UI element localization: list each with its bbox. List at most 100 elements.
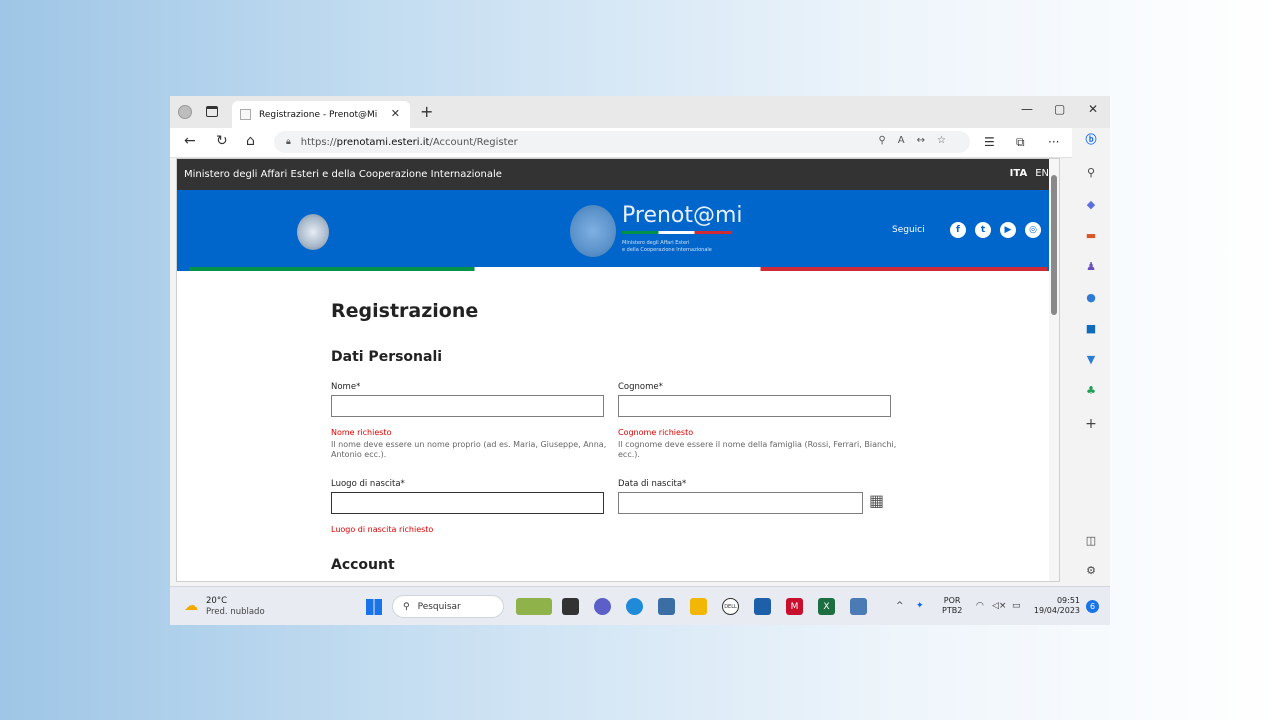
twitter-icon[interactable]: t [975, 222, 991, 238]
tray-overflow-icon[interactable]: ^ [896, 601, 904, 611]
lang-ita-link[interactable]: ITA [1010, 168, 1028, 179]
back-icon[interactable]: ← [184, 133, 196, 149]
tab-close-icon[interactable]: ✕ [391, 107, 400, 120]
republic-emblem-icon [297, 214, 329, 250]
input-language-1: POR [943, 596, 961, 605]
weather-temperature[interactable]: 20°C [206, 596, 227, 606]
last-name-hint: Il cognome deve essere il nome della fam… [618, 440, 897, 459]
edge-side-panel: ⓑ ⚲ ◆ ▬ ♟ ● ■ ▼ ♣ + ◫ ⚙ [1072, 128, 1110, 582]
solitaire-icon[interactable] [850, 598, 867, 615]
tab-title: Registrazione - Prenot@Mi [259, 109, 378, 120]
dropbox-icon[interactable]: ✦ [916, 601, 924, 611]
weather-description[interactable]: Pred. nublado [206, 607, 265, 617]
weather-cloud-icon[interactable]: ☁ [184, 598, 198, 614]
first-name-label: Nome* [331, 382, 361, 392]
site-banner: Prenot@mi Ministero degli Affari Esteri … [177, 190, 1059, 271]
excel-icon[interactable]: X [818, 598, 835, 615]
calculator-icon[interactable] [658, 598, 675, 615]
scroll-thumb[interactable] [1051, 175, 1057, 315]
brand-logo[interactable]: Prenot@mi [622, 203, 743, 228]
title-bar: Registrazione - Prenot@Mi ✕ + — ▢ ✕ [170, 96, 1110, 128]
first-name-input[interactable] [331, 395, 604, 417]
url-prefix: https:// [300, 136, 337, 148]
tab-registrazione[interactable]: Registrazione - Prenot@Mi ✕ [232, 101, 410, 128]
close-window-button[interactable]: ✕ [1088, 102, 1098, 116]
tree-icon[interactable]: ♣ [1083, 384, 1099, 397]
notification-badge[interactable]: 6 [1086, 600, 1099, 613]
input-language-2: PTB2 [942, 606, 963, 615]
url-domain: prenotami.esteri.it [336, 136, 430, 148]
settings-gear-icon[interactable]: ⚙ [1083, 564, 1099, 577]
battery-icon[interactable]: ▭ [1012, 601, 1021, 611]
refresh-icon[interactable]: ↻ [216, 133, 228, 149]
birthplace-label: Luogo di nascita* [331, 479, 405, 489]
language-switch: ITA EN [1010, 168, 1049, 179]
games-icon[interactable]: ♟ [1083, 260, 1099, 273]
last-name-label: Cognome* [618, 382, 663, 392]
search-icon[interactable]: ⚲ [1083, 166, 1099, 179]
volume-icon[interactable]: ◁× [992, 601, 1006, 611]
tools-icon[interactable]: ▬ [1083, 229, 1099, 242]
page-viewport: Ministero degli Affari Esteri e della Co… [176, 158, 1060, 582]
drop-icon[interactable]: ▼ [1083, 353, 1099, 366]
lang-en-link[interactable]: EN [1035, 168, 1049, 179]
brand-subtitle: Ministero degli Affari Esteri e della Co… [622, 240, 712, 254]
favicon-icon [240, 109, 251, 120]
page-scrollbar[interactable] [1049, 159, 1059, 581]
file-explorer-icon[interactable] [690, 598, 707, 615]
birthdate-label: Data di nascita* [618, 479, 687, 489]
brand-sub-line-1: Ministero degli Affari Esteri [622, 240, 690, 246]
tricolor-stripe [189, 267, 1047, 271]
first-name-error: Nome richiesto [331, 428, 392, 437]
edge-icon[interactable] [626, 598, 643, 615]
tab-actions-icon[interactable] [206, 106, 218, 117]
sidebar-toggle-icon[interactable]: ◫ [1083, 534, 1099, 547]
favorites-icon[interactable]: ☰ [984, 135, 995, 149]
maximize-button[interactable]: ▢ [1054, 102, 1065, 116]
dell-icon[interactable]: DELL [722, 598, 739, 615]
profile-avatar-icon[interactable] [178, 105, 192, 119]
address-bar-row: ← ↻ ⌂ 🔒︎ https://prenotami.esteri.it/Acc… [170, 128, 1110, 158]
browser-window: Registrazione - Prenot@Mi ✕ + — ▢ ✕ ← ↻ … [170, 96, 1110, 625]
follow-label: Seguici [892, 225, 925, 235]
store-icon[interactable] [754, 598, 771, 615]
mcafee-icon[interactable]: M [786, 598, 803, 615]
youtube-icon[interactable]: ▶ [1000, 222, 1016, 238]
birthplace-input[interactable] [331, 492, 604, 514]
task-view-icon[interactable] [562, 598, 579, 615]
brand-sub-line-2: e della Cooperazione Internazionale [622, 247, 712, 253]
url-field[interactable]: 🔒︎ https://prenotami.esteri.it/Account/R… [274, 131, 970, 153]
lock-icon: 🔒︎ [286, 137, 291, 147]
shopping-tag-icon[interactable]: ◆ [1083, 198, 1099, 211]
birthplace-error: Luogo di nascita richiesto [331, 525, 434, 534]
facebook-icon[interactable]: f [950, 222, 966, 238]
minimize-button[interactable]: — [1021, 102, 1033, 116]
section-account: Account [331, 557, 395, 573]
url-action-icons[interactable]: ⚲A↔☆ [878, 135, 958, 146]
wifi-icon[interactable]: ◠ [976, 601, 984, 611]
taskbar-search-placeholder: Pesquisar [417, 601, 461, 612]
birthdate-input[interactable] [618, 492, 863, 514]
add-panel-icon[interactable]: + [1083, 416, 1099, 432]
instagram-icon[interactable]: ◎ [1025, 222, 1041, 238]
brand-flag-line [622, 231, 732, 234]
bing-icon[interactable]: ⓑ [1083, 131, 1099, 147]
chat-icon[interactable] [594, 598, 611, 615]
taskbar-search[interactable]: ⚲ Pesquisar [392, 595, 504, 618]
last-name-input[interactable] [618, 395, 891, 417]
office-icon[interactable]: ● [1083, 291, 1099, 304]
calendar-icon[interactable]: ▦ [869, 491, 884, 510]
new-tab-button[interactable]: + [420, 102, 433, 121]
ministry-bar: Ministero degli Affari Esteri e della Co… [177, 159, 1059, 190]
input-language[interactable]: POR PTB2 [942, 596, 962, 616]
outlook-icon[interactable]: ■ [1083, 322, 1099, 335]
system-clock[interactable]: 09:51 19/04/2023 [1032, 596, 1080, 616]
collections-icon[interactable]: ⧉ [1016, 135, 1025, 150]
start-button-icon[interactable] [366, 599, 382, 615]
widgets-icon[interactable] [516, 598, 552, 615]
home-icon[interactable]: ⌂ [246, 133, 255, 149]
ministry-name: Ministero degli Affari Esteri e della Co… [184, 169, 502, 180]
first-name-hint: Il nome deve essere un nome proprio (ad … [331, 440, 607, 459]
more-icon[interactable]: ··· [1048, 135, 1059, 149]
brand-emblem-icon [570, 205, 616, 257]
